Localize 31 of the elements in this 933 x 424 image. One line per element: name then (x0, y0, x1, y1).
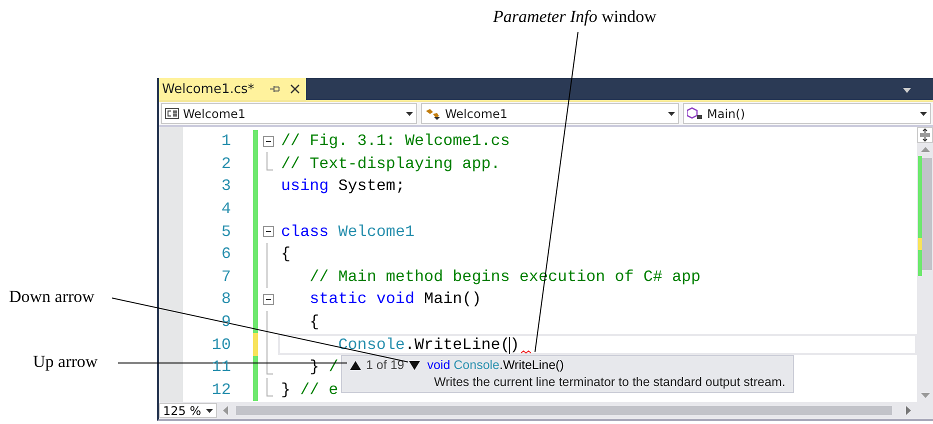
code-line: { (281, 245, 291, 264)
line-number: 6 (220, 245, 232, 264)
method-description: Writes the current line terminator to the standard output stream. (433, 375, 786, 389)
line-number: 1 (220, 132, 232, 150)
line-number: 5 (220, 222, 232, 241)
tab-title: Welcome1.cs* (162, 82, 254, 96)
code-line: // Fig. 3.1: Welcome1.cs (281, 132, 510, 150)
line-number: 7 (220, 268, 232, 286)
line-number: 8 (220, 290, 232, 308)
code-line: class Welcome1 (281, 222, 415, 241)
navigation-dropdown[interactable]: Welcome1 (161, 103, 417, 124)
method-signature: void Console.WriteLine() (427, 358, 564, 372)
code-line: static void Main() (308, 290, 482, 308)
zoom-dropdown[interactable]: 125 % (159, 403, 217, 418)
callout-label: Parameter Info window (493, 7, 656, 27)
code-line: using System; (281, 177, 405, 196)
line-number: 2 (220, 154, 232, 173)
navigation-dropdown[interactable]: Welcome1 (421, 103, 679, 124)
line-number: 11 (210, 358, 232, 376)
code-line: } // e (281, 380, 338, 399)
code-line: { (308, 313, 320, 332)
navigation-dropdown[interactable]: Main() (683, 103, 931, 124)
overload-counter: 1 of 19 (365, 358, 406, 372)
line-number: 10 (210, 336, 232, 354)
line-number: 4 (220, 200, 232, 218)
code-line: // Text-displaying app. (281, 154, 500, 173)
callout-label: Down arrow (9, 287, 94, 307)
line-number: 3 (220, 177, 232, 196)
callout-label: Up arrow (33, 352, 98, 372)
line-number: 12 (210, 380, 232, 399)
file-tab[interactable]: Welcome1.cs* (159, 78, 306, 100)
